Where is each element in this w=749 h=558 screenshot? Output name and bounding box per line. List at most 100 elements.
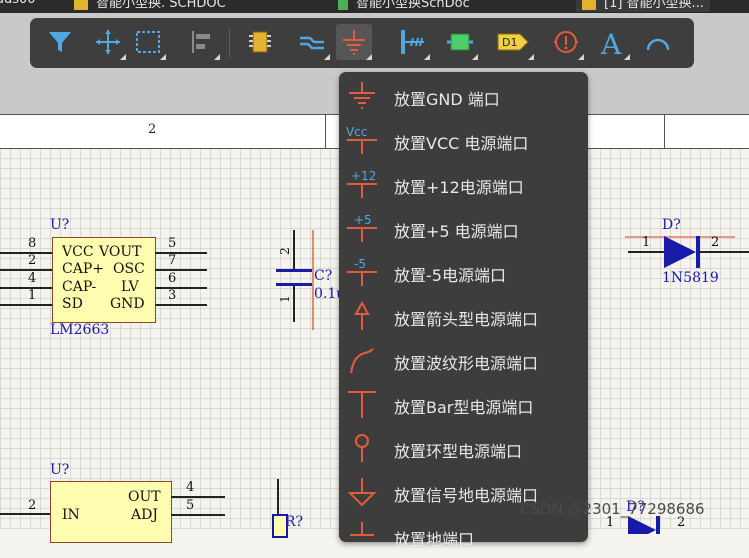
diode-symbol-icon[interactable] [662, 234, 702, 270]
place-part-button[interactable] [242, 24, 278, 60]
u1-pin-name-cap-minus: CAP- [62, 279, 97, 295]
u1-pin-number: 6 [168, 271, 177, 286]
dropdown-arrow-icon [424, 54, 430, 60]
plus5-icon: +5 [347, 213, 377, 242]
place-directive-button[interactable] [548, 24, 584, 60]
u2-pin-number: 2 [28, 498, 37, 513]
align-icon [192, 31, 210, 53]
wave-port-icon [350, 348, 374, 374]
select-rectangle-icon [136, 31, 160, 53]
r1-designator[interactable]: R? [285, 514, 303, 530]
u1-pin-wire [0, 287, 52, 289]
place-arc-button[interactable] [640, 24, 676, 60]
d1-comment[interactable]: 1N5819 [662, 270, 719, 286]
schematic-doc-icon [74, 0, 88, 10]
menu-item-place-earth-port[interactable]: 放置地端口 [339, 514, 588, 558]
place-text-button[interactable]: A [594, 24, 630, 60]
document-tab[interactable]: ads00 [0, 0, 36, 12]
device-sheet-icon: D1 [497, 33, 529, 51]
place-wire-button[interactable] [294, 24, 330, 60]
menu-item-label: 放置-5电源端口 [394, 266, 506, 285]
u2-pin-wire [0, 513, 50, 515]
u1-pin-name-vcc: VCC [62, 244, 94, 260]
d1-lead-left [628, 251, 664, 253]
select-button[interactable] [130, 24, 166, 60]
bar-port-icon [348, 391, 376, 418]
u1-pin-number: 3 [168, 288, 177, 303]
u1-pin-number: 8 [28, 236, 37, 251]
place-harness-button[interactable] [394, 24, 430, 60]
harness-icon [401, 30, 424, 54]
vcc-glyph: Vcc [346, 125, 367, 139]
ruler-divider [664, 115, 665, 148]
tab-label: [1] 智能小型换... [604, 0, 704, 11]
menu-item-place-gnd-port[interactable]: 放置GND 端口 [339, 74, 588, 118]
minus5-icon: -5 [347, 257, 377, 286]
u1-pin-wire [155, 287, 207, 289]
document-tab-strip: ads00 智能小型换. SCHDOC 智能小型换SchDoc [1] 智能小型… [0, 0, 749, 13]
u1-pin-wire [155, 252, 207, 254]
arc-icon [646, 38, 670, 51]
place-sheet-symbol-button[interactable] [442, 24, 478, 60]
c1-pin-number: 1 [277, 295, 292, 303]
vcc-icon: Vcc [346, 125, 377, 154]
menu-item-place-minus5-port[interactable]: -5 放置-5电源端口 [339, 250, 588, 294]
u1-comment[interactable]: LM2663 [50, 322, 109, 338]
u1-pin-name-sd: SD [62, 296, 83, 312]
watermark-text: CSDN @2301_77298686 [520, 500, 705, 518]
menu-item-place-plus12-port[interactable]: +12 放置+12电源端口 [339, 162, 588, 206]
filter-icon [49, 32, 71, 52]
place-device-sheet-button[interactable]: D1 [492, 24, 534, 60]
u1-pin-name-lv: LV [121, 279, 139, 295]
menu-item-place-wave-port[interactable]: 放置波纹形电源端口 [339, 338, 588, 382]
menu-item-label: 放置地端口 [394, 530, 475, 549]
menu-item-label: 放置环型电源端口 [394, 442, 523, 461]
u2-designator[interactable]: U? [50, 462, 69, 478]
align-button[interactable] [184, 24, 220, 60]
plus12-glyph: +12 [351, 169, 376, 183]
u1-pin-number: 1 [28, 288, 37, 303]
document-tab-active[interactable]: [1] 智能小型换... [576, 0, 710, 12]
u1-pin-number: 5 [168, 236, 177, 251]
menu-item-place-arrow-port[interactable]: 放置箭头型电源端口 [339, 294, 588, 338]
d1-lead-right [700, 251, 749, 253]
filter-button[interactable] [42, 24, 78, 60]
menu-item-label: 放置+5 电源端口 [394, 222, 519, 241]
gnd-icon [349, 82, 375, 109]
menu-item-place-vcc-port[interactable]: Vcc 放置VCC 电源端口 [339, 118, 588, 162]
c1-designator[interactable]: C? [314, 268, 332, 284]
menu-item-place-circle-port[interactable]: 放置环型电源端口 [339, 426, 588, 470]
d1-designator[interactable]: D? [662, 217, 681, 233]
device-sheet-text: D1 [502, 36, 517, 49]
plus5-glyph: +5 [354, 213, 372, 227]
u1-pin-wire [0, 252, 52, 254]
u1-pin-number: 4 [28, 271, 37, 286]
u2-pin-wire [171, 496, 225, 498]
dropdown-arrow-icon [160, 54, 166, 60]
dropdown-arrow-icon [324, 54, 330, 60]
component-icon [249, 31, 271, 53]
menu-item-label: 放置VCC 电源端口 [394, 134, 529, 153]
move-cross-icon [96, 30, 120, 54]
document-tab[interactable]: 智能小型换SchDoc [338, 0, 470, 12]
text-icon: A [600, 28, 622, 56]
u2-pin-wire [171, 514, 225, 516]
c1-lead-top [293, 230, 295, 270]
u1-pin-wire [155, 304, 207, 306]
ruler-zone-label: 2 [148, 122, 157, 137]
u1-designator[interactable]: U? [50, 217, 69, 233]
move-button[interactable] [90, 24, 126, 60]
d1-pin-number: 2 [711, 235, 720, 250]
u1-pin-name-cap-plus: CAP+ [62, 261, 104, 277]
tab-label: ads00 [0, 0, 36, 7]
r1-lead [277, 479, 279, 515]
arrow-port-icon [354, 301, 370, 330]
menu-item-place-bar-port[interactable]: 放置Bar型电源端口 [339, 382, 588, 426]
u1-pin-number: 2 [28, 253, 37, 268]
menu-item-place-plus5-port[interactable]: +5 放置+5 电源端口 [339, 206, 588, 250]
circle-port-icon [355, 434, 369, 462]
menu-item-label: 放置Bar型电源端口 [394, 398, 534, 417]
place-power-port-button[interactable] [336, 24, 372, 60]
document-tab[interactable]: 智能小型换. SCHDOC [74, 0, 226, 12]
c1-pin-number: 2 [277, 247, 292, 255]
